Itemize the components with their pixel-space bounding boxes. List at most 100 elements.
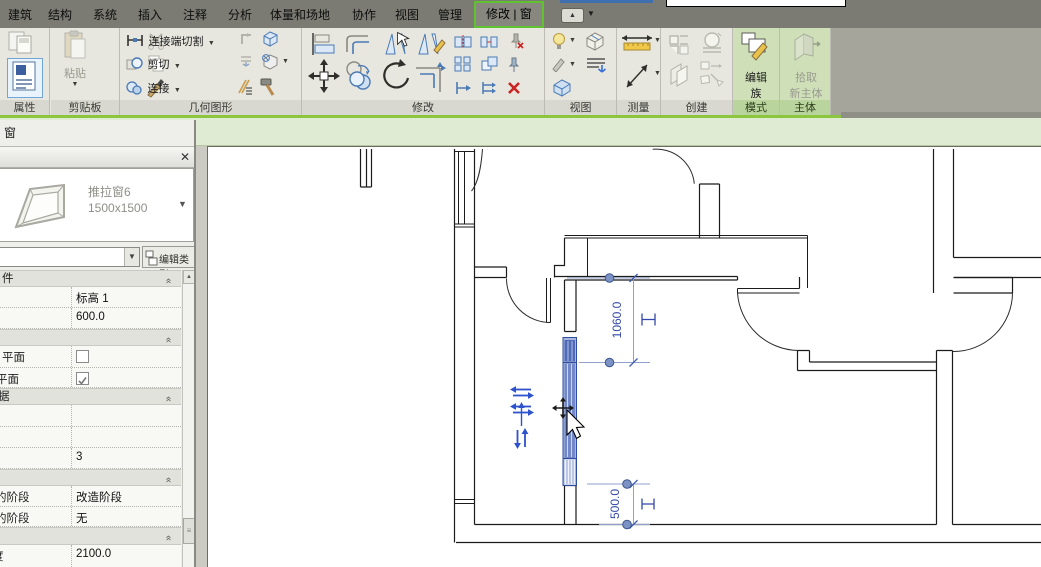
cut-geometry-button[interactable]: 剪切 ▼	[126, 55, 181, 73]
scrollbar-thumb[interactable]: ≡	[183, 518, 195, 544]
section-collapse-icon[interactable]: «	[160, 396, 176, 402]
align-icon[interactable]	[310, 32, 336, 56]
beam-cutback-icon[interactable]	[238, 54, 254, 70]
cope-remove-icon[interactable]	[238, 32, 254, 47]
row-head-height[interactable]: 度 2100.0	[0, 545, 181, 567]
delete-icon[interactable]	[506, 80, 522, 96]
join-unjoin-cube-icon[interactable]	[260, 53, 280, 71]
paste-button[interactable]: 粘贴 ▼	[57, 30, 93, 96]
geometry-box-icon[interactable]	[260, 30, 280, 48]
checkbox-unchecked[interactable]	[76, 350, 89, 363]
close-icon[interactable]: ✕	[180, 149, 190, 165]
tab-systems[interactable]: 系统	[93, 6, 117, 23]
tab-insert[interactable]: 插入	[138, 6, 162, 23]
unpin-icon[interactable]	[506, 32, 524, 50]
trim-multiple-icon[interactable]	[480, 80, 498, 96]
tab-architecture[interactable]: 建筑	[8, 6, 32, 23]
row-empty-1[interactable]	[0, 405, 181, 427]
tab-analyze[interactable]: 分析	[228, 6, 252, 23]
type-selector-dropdown-icon[interactable]: ▼	[178, 199, 187, 209]
split-with-gap-icon[interactable]	[480, 34, 498, 50]
witness-grip-bottom[interactable]	[605, 358, 614, 367]
mirror-draw-axis-icon[interactable]	[416, 30, 446, 58]
rotate-icon[interactable]	[380, 58, 414, 94]
row-empty-2[interactable]	[0, 427, 181, 448]
ruler-icon[interactable]	[620, 32, 654, 52]
dimension-value-top[interactable]: 1060.0	[610, 301, 624, 338]
section-collapse-icon[interactable]: «	[160, 535, 176, 541]
ribbon-collapse-caret-icon[interactable]: ▼	[587, 9, 595, 18]
create-group-icon[interactable]	[668, 32, 694, 56]
tab-structure[interactable]: 结构	[48, 6, 72, 23]
checkbox-checked[interactable]	[76, 372, 89, 385]
copy-modify-icon[interactable]	[344, 60, 376, 92]
scroll-up-icon[interactable]: ▲	[183, 270, 195, 284]
row-phase-demolished[interactable]: 的阶段 无	[0, 507, 181, 527]
aligned-dimension-icon[interactable]	[622, 58, 652, 92]
measure-dropdown[interactable]: ▼	[654, 37, 661, 44]
offset-icon[interactable]	[344, 32, 372, 56]
pick-new-host-button[interactable]: 拾取 新主体	[784, 30, 828, 98]
tab-collaborate[interactable]: 协作	[352, 6, 376, 23]
row-level[interactable]: 标高 1	[0, 287, 181, 308]
section-5[interactable]: «	[0, 527, 181, 545]
edit-type-button[interactable]: 编辑类型	[142, 246, 195, 268]
combobox-dropdown-icon[interactable]: ▼	[124, 248, 139, 266]
make-permanent-icon-bottom[interactable]	[642, 499, 654, 510]
scale-icon[interactable]	[480, 56, 498, 72]
section-collapse-icon[interactable]: «	[160, 477, 176, 483]
join-cube-dropdown[interactable]: ▼	[282, 58, 289, 65]
mirror-pick-axis-icon[interactable]	[382, 30, 412, 58]
tab-annotate[interactable]: 注释	[183, 6, 207, 23]
filter-combobox[interactable]: ▼	[0, 247, 140, 267]
witness-grip-top2[interactable]	[623, 480, 632, 489]
edit-family-button[interactable]: 编辑 族	[737, 30, 775, 98]
section-phasing[interactable]: «	[0, 469, 181, 486]
palette-title-bar[interactable]: ✕	[0, 146, 194, 168]
hammer-icon[interactable]	[259, 76, 279, 96]
create-parts-icon[interactable]	[668, 60, 694, 90]
row-sill-height[interactable]: 600.0	[0, 308, 181, 329]
trim-single-icon[interactable]	[454, 80, 472, 96]
cutaway-box-icon[interactable]	[583, 30, 607, 52]
view-3d-box-icon[interactable]	[551, 78, 573, 98]
render-pencil-icon[interactable]	[551, 56, 567, 72]
row-plane-1[interactable]: 平面	[0, 346, 181, 368]
witness-grip-top[interactable]	[605, 274, 614, 283]
split-element-icon[interactable]	[454, 34, 472, 50]
tab-view[interactable]: 视图	[395, 6, 419, 23]
join-end-cut-button[interactable]: 连接端切割 ▼	[126, 32, 215, 50]
view-list-icon[interactable]	[585, 56, 607, 76]
array-icon[interactable]	[454, 56, 472, 72]
properties-button[interactable]	[7, 58, 43, 98]
row-mark[interactable]: 3	[0, 448, 181, 469]
section-collapse-icon[interactable]: «	[160, 337, 176, 343]
type-selector[interactable]: 推拉窗6 1500x1500 ▼	[0, 168, 194, 242]
ribbon-collapse-button[interactable]: ▲	[561, 8, 584, 23]
visibility-dropdown[interactable]: ▼	[569, 37, 576, 44]
selected-window-element[interactable]	[563, 338, 577, 486]
drawing-canvas[interactable]: 1060.0 500.0	[207, 146, 1041, 567]
section-collapse-icon[interactable]: «	[160, 278, 176, 284]
tab-massing-site[interactable]: 体量和场地	[270, 6, 330, 23]
palette-scrollbar[interactable]: ▲ ≡	[182, 270, 195, 567]
render-dropdown[interactable]: ▼	[569, 61, 576, 68]
trim-extend-corner-icon[interactable]	[414, 58, 450, 94]
make-permanent-icon-top[interactable]	[642, 314, 655, 326]
dimension-value-bottom[interactable]: 500.0	[608, 489, 622, 519]
create-assembly-icon[interactable]	[699, 30, 725, 56]
section-2[interactable]: «	[0, 329, 181, 346]
dimension-dropdown[interactable]: ▼	[654, 70, 661, 77]
tab-manage[interactable]: 管理	[438, 6, 462, 23]
join-geometry-button[interactable]: 连接 ▼	[126, 79, 181, 97]
row-phase-created[interactable]: 的阶段 改造阶段	[0, 486, 181, 507]
tab-modify-window[interactable]: 修改 | 窗	[474, 1, 544, 28]
pin-icon[interactable]	[506, 56, 522, 74]
flip-controls[interactable]	[510, 386, 534, 449]
lightbulb-icon[interactable]	[551, 32, 567, 50]
witness-grip-bottom2[interactable]	[623, 520, 632, 529]
create-similar-icon[interactable]	[699, 60, 727, 90]
section-identity-data[interactable]: 据 «	[0, 388, 181, 405]
section-constraints[interactable]: 件 «	[0, 270, 181, 287]
wall-joins-icon[interactable]	[236, 76, 254, 96]
